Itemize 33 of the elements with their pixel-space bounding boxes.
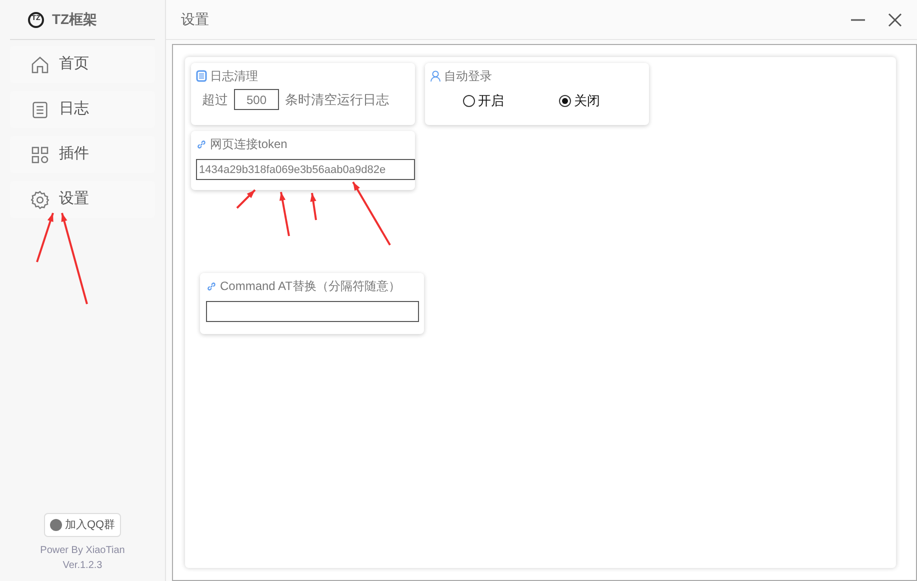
version-text: Ver.1.2.3: [62, 559, 102, 573]
field-label: 超过: [202, 90, 228, 109]
radio-button[interactable]: [559, 94, 571, 107]
annotation-arrow: [236, 189, 256, 209]
card-title: 日志清理: [210, 68, 258, 85]
annotation-arrow: [279, 192, 290, 236]
app-name: TZ框架: [52, 10, 98, 29]
annotation-arrow: [310, 192, 317, 220]
credit-text: Power By XiaoTian: [40, 544, 125, 558]
count-field[interactable]: 500: [234, 89, 279, 110]
radio-option[interactable]: 关闭: [559, 91, 600, 110]
close-button[interactable]: [888, 12, 902, 26]
command-field[interactable]: [206, 301, 419, 322]
home-icon: [30, 54, 50, 74]
link-icon: [206, 280, 217, 292]
card-title: 网页连接token: [210, 136, 288, 153]
user-icon: [430, 70, 441, 82]
token-field[interactable]: 1434a29b318fa069e3b56aab0a9d82e: [196, 159, 415, 180]
card-title: 自动登录: [444, 68, 492, 85]
window-title: 设置: [181, 10, 210, 29]
card-title: Command AT替换（分隔符随意）: [220, 278, 400, 295]
settings-icon: [30, 190, 50, 210]
grid-icon: [30, 144, 50, 164]
list-icon: [30, 100, 50, 120]
field-label: 条时清空运行日志: [285, 90, 389, 109]
annotation-arrow: [352, 182, 391, 246]
join-group-button[interactable]: 加入QQ群: [44, 513, 122, 537]
chat-icon: [50, 519, 62, 531]
list-icon: [196, 70, 207, 82]
link-icon: [196, 138, 207, 150]
annotation-arrow: [36, 212, 54, 262]
radio-option[interactable]: 开启: [463, 91, 504, 110]
radio-button[interactable]: [463, 94, 475, 107]
